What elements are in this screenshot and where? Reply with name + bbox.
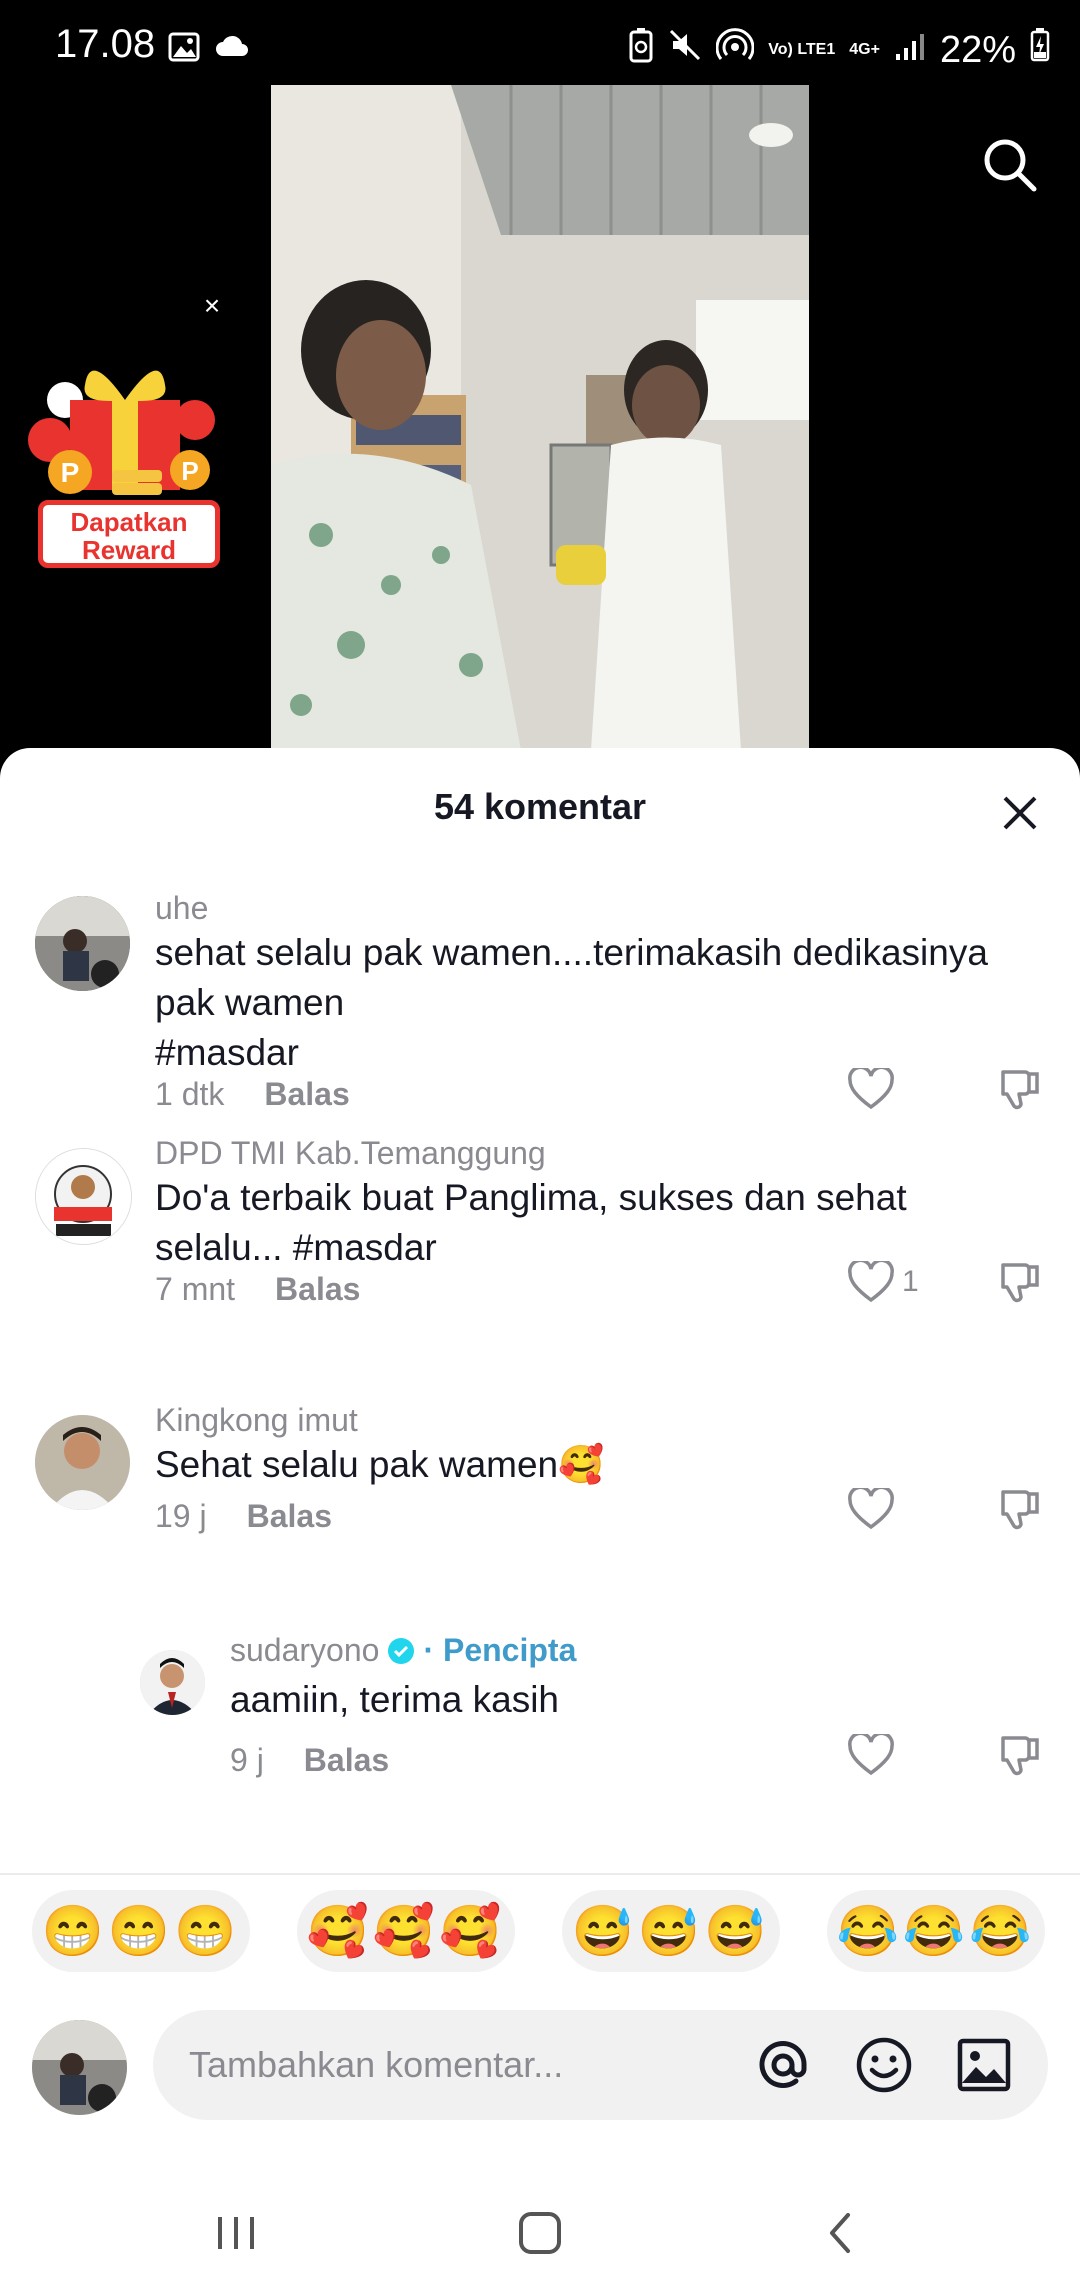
comments-list[interactable]: uhe sehat selalu pak wamen....terimakasi…: [0, 868, 1080, 1873]
hotspot-icon: [715, 26, 755, 74]
gallery-icon: [168, 32, 200, 67]
comment-text: Sehat selalu pak wamen🥰: [155, 1444, 605, 1485]
emoji-sweat-button[interactable]: 😅😅😅: [562, 1890, 780, 1972]
heart-icon: [848, 1734, 894, 1776]
dislike-button[interactable]: [998, 1066, 1044, 1117]
reply-username[interactable]: sudaryono: [230, 1632, 379, 1669]
thumbs-down-icon: [1001, 1490, 1039, 1530]
network-label-lte: Vo) LTE1: [768, 41, 836, 58]
close-comments-button[interactable]: [990, 783, 1050, 843]
comment-text: sehat selalu pak wamen....terimakasih de…: [155, 932, 988, 1073]
svg-text:P: P: [61, 457, 80, 488]
cloud-icon: [214, 32, 250, 67]
comment-username[interactable]: Kingkong imut: [155, 1402, 358, 1439]
thumbs-down-icon: [1001, 1263, 1039, 1303]
battery-saver-icon: [628, 27, 654, 73]
reply-button[interactable]: Balas: [304, 1742, 389, 1778]
reward-close-button[interactable]: ×: [194, 290, 230, 326]
video-frame[interactable]: [271, 85, 809, 750]
reward-label: Dapatkan Reward: [38, 500, 220, 568]
home-icon: [519, 2212, 561, 2254]
search-icon: [984, 139, 1037, 192]
comment-username[interactable]: uhe: [155, 890, 208, 927]
reward-badge[interactable]: P P × Dapatkan Reward: [20, 290, 230, 580]
comment-username[interactable]: DPD TMI Kab.Temanggung: [155, 1135, 546, 1172]
thumbs-down-icon: [1001, 1736, 1039, 1776]
back-button[interactable]: [800, 2198, 880, 2268]
battery-level: 22%: [939, 28, 1016, 71]
creator-tag: · Pencipta: [423, 1632, 577, 1668]
dislike-button[interactable]: [998, 1486, 1044, 1537]
mention-icon: [759, 2041, 807, 2088]
comment-item: DPD TMI Kab.Temanggung Do'a terbaik buat…: [0, 1123, 1080, 1363]
reply-item: sudaryono · Pencipta aamiin, terima kasi…: [0, 1610, 1080, 1873]
avatar[interactable]: [35, 1415, 130, 1510]
reply-meta: 9 j Balas: [230, 1742, 389, 1779]
comment-time: 1 dtk: [155, 1076, 225, 1112]
heart-icon: [848, 1488, 894, 1530]
search-button[interactable]: [970, 125, 1050, 205]
smiley-icon: [856, 2037, 912, 2093]
thumbs-down-icon: [1001, 1070, 1039, 1110]
dislike-button[interactable]: [998, 1259, 1044, 1310]
emoji-laugh-button[interactable]: 😂😂😂: [827, 1890, 1045, 1972]
like-button[interactable]: 1: [848, 1261, 919, 1303]
reply-button[interactable]: Balas: [264, 1076, 349, 1112]
network-label-4g: 4G+: [849, 41, 880, 58]
like-button[interactable]: [848, 1734, 894, 1776]
status-time: 17.08: [55, 22, 156, 66]
dislike-button[interactable]: [998, 1732, 1044, 1783]
comment-meta: 19 j Balas: [155, 1498, 332, 1535]
heart-icon: [848, 1068, 894, 1110]
verified-icon: [388, 1637, 415, 1664]
avatar[interactable]: [140, 1650, 205, 1715]
recent-apps-button[interactable]: [196, 2198, 276, 2268]
signal-icon: [894, 29, 926, 72]
reply-text: aamiin, terima kasih: [230, 1679, 560, 1720]
comment-input[interactable]: Tambahkan komentar...: [153, 2010, 1048, 2120]
comment-text: Do'a terbaik buat Panglima, sukses dan s…: [155, 1177, 907, 1268]
close-icon: [1003, 796, 1037, 830]
like-count: 1: [902, 1265, 919, 1298]
comment-time: 7 mnt: [155, 1271, 236, 1307]
comment-meta: 1 dtk Balas: [155, 1076, 350, 1113]
emoji-grin-button[interactable]: 😁😁😁: [32, 1890, 250, 1972]
video-scene-image: [271, 85, 809, 750]
recent-apps-icon: [218, 2217, 254, 2249]
comment-input-placeholder: Tambahkan komentar...: [189, 2044, 564, 2085]
like-button[interactable]: [848, 1488, 902, 1530]
my-avatar[interactable]: [32, 2020, 127, 2115]
battery-charging-icon: [1030, 28, 1050, 72]
divider: [0, 1873, 1080, 1875]
comment-input-row: Tambahkan komentar...: [0, 2010, 1080, 2130]
image-icon: [957, 2038, 1011, 2092]
mention-button[interactable]: [750, 2032, 816, 2098]
heart-icon: [848, 1261, 894, 1303]
like-button[interactable]: [848, 1068, 902, 1110]
emoji-love-button[interactable]: 🥰🥰🥰: [297, 1890, 515, 1972]
comment-meta: 7 mnt Balas: [155, 1271, 360, 1308]
comment-time: 19 j: [155, 1498, 207, 1534]
reply-button[interactable]: Balas: [275, 1271, 360, 1307]
avatar[interactable]: [35, 896, 130, 991]
reply-author: sudaryono · Pencipta: [230, 1632, 576, 1669]
back-icon: [830, 2213, 850, 2253]
reply-button[interactable]: Balas: [247, 1498, 332, 1534]
reply-time: 9 j: [230, 1742, 264, 1778]
home-button[interactable]: [500, 2198, 580, 2268]
emoji-picker-button[interactable]: [851, 2032, 917, 2098]
comment-item: uhe sehat selalu pak wamen....terimakasi…: [0, 868, 1080, 1128]
system-nav-bar: [0, 2193, 1080, 2280]
comments-count-title: 54 komentar: [433, 786, 647, 827]
avatar[interactable]: [35, 1148, 132, 1245]
svg-text:P: P: [181, 456, 198, 486]
sheet-header: 54 komentar: [0, 748, 1080, 858]
emoji-quick-bar: 😁😁😁 🥰🥰🥰 😅😅😅 😂😂😂: [0, 1890, 1080, 1980]
comments-sheet: 54 komentar uhe sehat selalu pak wamen..…: [0, 748, 1080, 2280]
comment-item: Kingkong imut Sehat selalu pak wamen🥰 19…: [0, 1390, 1080, 1590]
mute-icon: [668, 28, 702, 72]
image-attach-button[interactable]: [951, 2032, 1017, 2098]
